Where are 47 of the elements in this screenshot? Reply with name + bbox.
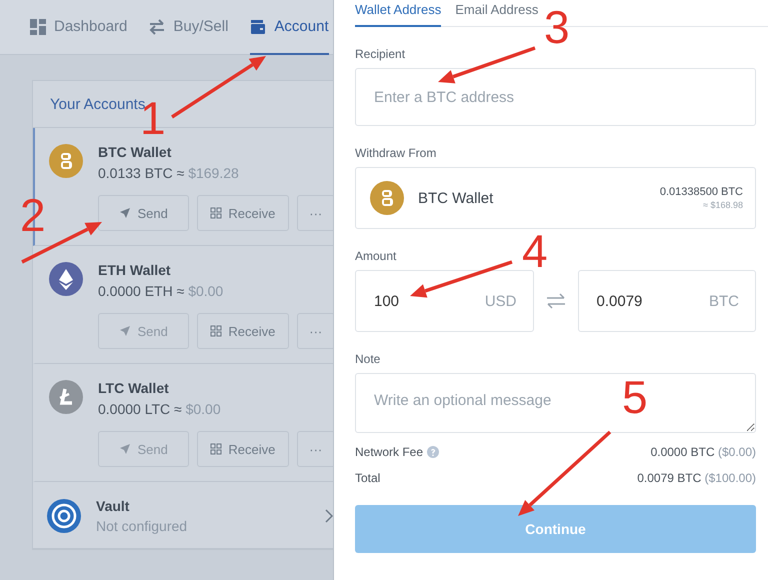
wallet-balance: 0.0133 BTC ≈ $169.28 [98, 165, 239, 181]
fee-value: 0.0000 BTC ($0.00) [650, 445, 756, 459]
wallet-row[interactable]: LTC Wallet 0.0000 LTC ≈ $0.00 Send Receive ··· [33, 364, 333, 482]
wallet-balance: 0.01338500 BTC [660, 186, 743, 198]
receive-button[interactable]: Receive [197, 313, 289, 349]
total-label: Total [355, 471, 380, 485]
nav-tab[interactable]: Dashboard [30, 0, 128, 55]
amount-value: 100 [374, 292, 400, 310]
nav-tab[interactable]: Account [250, 0, 329, 55]
wallet-name: LTC Wallet [98, 380, 170, 396]
nav-tab-label: Dashboard [54, 18, 128, 35]
nav-tab-label: Account [274, 18, 329, 35]
form-tab[interactable]: Email Address [455, 0, 538, 27]
nav-tab[interactable]: Buy/Sell [149, 0, 228, 55]
field-label: Amount [355, 249, 398, 263]
vault-status: Not configured [96, 518, 188, 534]
amount-value: 0.0079 [596, 292, 642, 310]
more-button[interactable]: ··· [296, 431, 333, 467]
wallet-row[interactable]: ETH Wallet 0.0000 ETH ≈ $0.00 Send Receive ··· [33, 246, 333, 364]
form-tab[interactable]: Wallet Address [355, 0, 442, 27]
annotation-number: 5 [622, 374, 648, 420]
wallet-name: ETH Wallet [98, 262, 172, 278]
fee-label: Network Fee [355, 445, 424, 459]
receive-button[interactable]: Receive [197, 195, 289, 231]
field-label: Note [355, 352, 382, 366]
more-button[interactable]: ··· [296, 195, 333, 231]
fiat-amount-field[interactable]: 100 USD [355, 270, 534, 332]
more-button[interactable]: ··· [296, 313, 333, 349]
crypto-amount-field[interactable]: 0.0079 BTC [578, 270, 756, 332]
continue-button[interactable]: Continue [355, 505, 756, 553]
currency-unit: BTC [709, 292, 739, 310]
receive-button[interactable]: Receive [197, 431, 289, 467]
wallet-balance: 0.0000 ETH ≈ $0.00 [98, 283, 224, 299]
total-value: 0.0079 BTC ($100.00) [637, 471, 756, 485]
wallet-fiat-balance: ≈ $168.98 [702, 200, 743, 210]
field-label: Withdraw From [355, 146, 438, 160]
wallet-name: BTC Wallet [418, 190, 494, 206]
withdraw-from-select[interactable]: BTC Wallet 0.01338500 BTC ≈ $168.98 [355, 167, 756, 229]
wallet-name: BTC Wallet [98, 144, 172, 160]
nav-tab-label: Buy/Sell [173, 18, 228, 35]
currency-unit: USD [484, 292, 516, 310]
field-label: Recipient [355, 47, 406, 61]
send-button[interactable]: Send [98, 195, 190, 231]
recipient-field[interactable]: Enter a BTC address [355, 68, 756, 126]
wallet-balance: 0.0000 LTC ≈ $0.00 [98, 401, 221, 417]
vault-name: Vault [96, 498, 130, 514]
annotation-number: 3 [544, 4, 570, 50]
